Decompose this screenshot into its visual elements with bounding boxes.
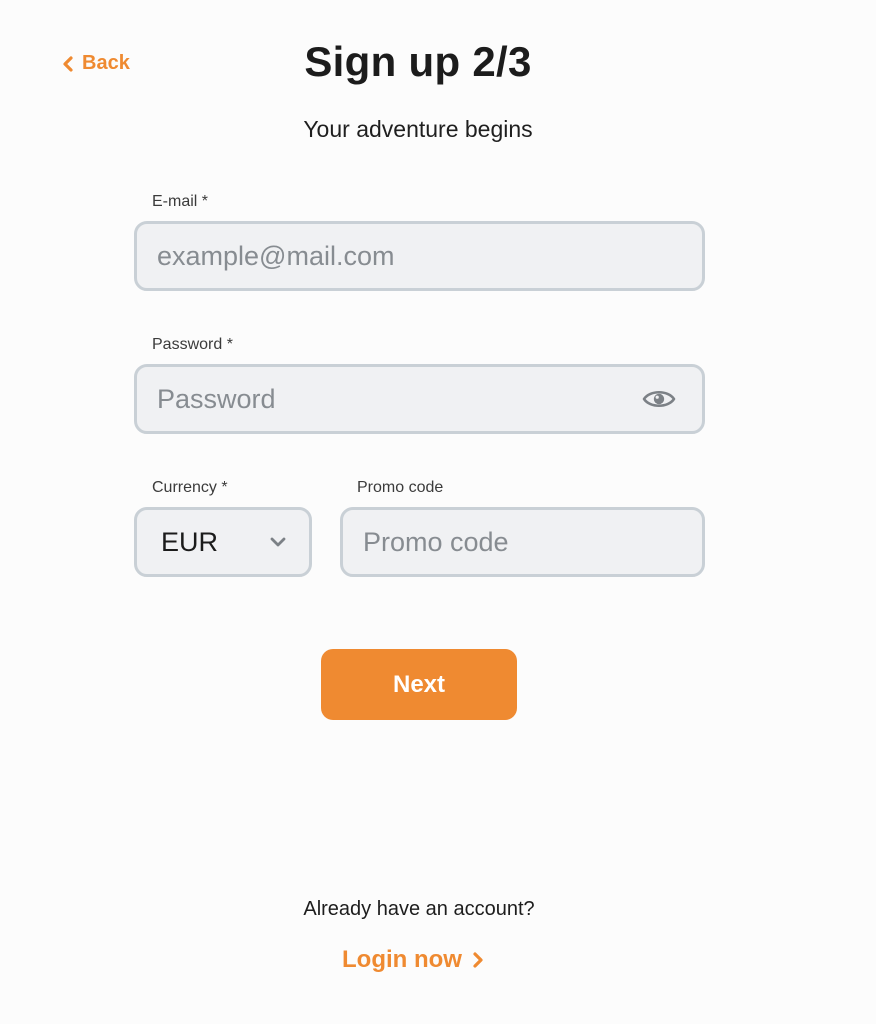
- chevron-right-icon: [473, 952, 483, 968]
- promo-input[interactable]: [363, 526, 682, 558]
- chevron-down-icon: [270, 537, 286, 547]
- currency-label: Currency *: [152, 479, 228, 496]
- account-prompt: Already have an account?: [303, 898, 535, 920]
- promo-label: Promo code: [357, 479, 444, 496]
- currency-select[interactable]: EUR: [134, 507, 312, 577]
- password-input[interactable]: [157, 383, 627, 415]
- page-subtitle: Your adventure begins: [303, 116, 533, 142]
- password-field-container: [134, 364, 705, 434]
- login-link[interactable]: Login now: [342, 946, 484, 974]
- login-label: Login now: [342, 946, 462, 973]
- currency-value: EUR: [161, 526, 219, 557]
- page-title: Sign up 2/3: [304, 38, 532, 85]
- next-button[interactable]: Next: [321, 649, 517, 720]
- email-label: E-mail *: [152, 193, 209, 210]
- email-field-container: [134, 221, 705, 291]
- email-input[interactable]: [157, 240, 682, 272]
- eye-icon[interactable]: [642, 388, 676, 410]
- promo-field-container: [340, 507, 705, 577]
- password-label: Password *: [152, 336, 233, 353]
